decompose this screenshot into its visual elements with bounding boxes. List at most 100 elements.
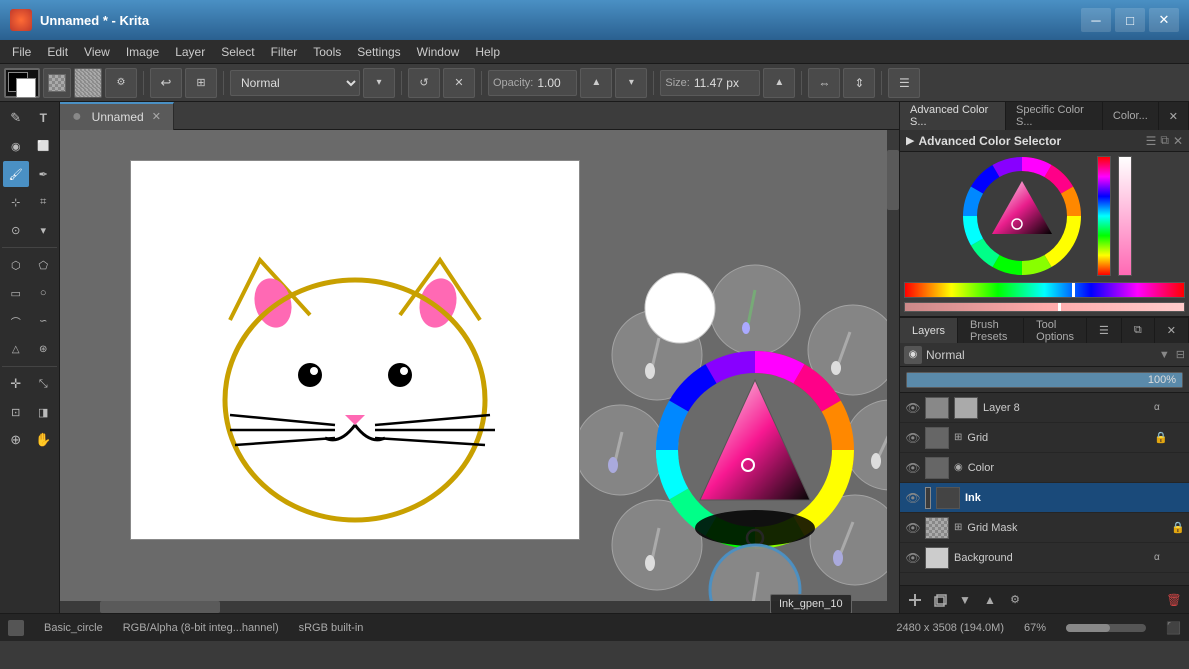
- tab-layers[interactable]: Layers: [900, 318, 958, 343]
- brush-picker-wheel[interactable]: ▶: [580, 260, 899, 613]
- hue-bar[interactable]: [904, 282, 1185, 298]
- foreground-color-swatch[interactable]: [4, 68, 40, 98]
- opacity-up-btn[interactable]: ▲: [580, 68, 612, 98]
- gradient-tool[interactable]: ◨: [31, 399, 57, 425]
- layers-filter2-btn[interactable]: ⊟: [1176, 348, 1185, 361]
- fill-color-tool[interactable]: ◉: [3, 133, 29, 159]
- maximize-button[interactable]: □: [1115, 8, 1145, 32]
- close-color-panel[interactable]: ✕: [1159, 102, 1189, 130]
- color-options-btn[interactable]: ⚙: [105, 68, 137, 98]
- bezier-select-tool[interactable]: ∽: [31, 308, 57, 334]
- reset-opacity-btn[interactable]: ↺: [408, 68, 440, 98]
- contiguous-select-tool[interactable]: ⬡: [3, 252, 29, 278]
- menu-help[interactable]: Help: [467, 43, 508, 61]
- similar-select-tool[interactable]: ⬠: [31, 252, 57, 278]
- document-tab[interactable]: ● Unnamed ✕: [60, 102, 174, 130]
- menu-layer[interactable]: Layer: [167, 43, 213, 61]
- canvas-area[interactable]: ● Unnamed ✕: [60, 102, 899, 613]
- copy-layer-btn[interactable]: [929, 589, 951, 611]
- eraser-mode-btn[interactable]: ✕: [443, 68, 475, 98]
- transform-tool[interactable]: ⤡: [31, 371, 57, 397]
- layer-item-gridmask[interactable]: 👁 ⊞ Grid Mask 🔒: [900, 513, 1189, 543]
- menu-settings[interactable]: Settings: [349, 43, 408, 61]
- menu-select[interactable]: Select: [213, 43, 262, 61]
- rectangular-select-tool[interactable]: ▭: [3, 280, 29, 306]
- screen-mode-btn[interactable]: ⬛: [1166, 621, 1181, 635]
- crop-tool[interactable]: ⊡: [3, 399, 29, 425]
- layers-panel-settings[interactable]: ☰: [1087, 318, 1122, 343]
- ink-visibility[interactable]: 👁: [904, 489, 922, 507]
- size-up-btn[interactable]: ▲: [763, 68, 795, 98]
- zoom-tool[interactable]: ⊕: [3, 427, 29, 453]
- color-picker-tool[interactable]: ▾: [31, 217, 57, 243]
- canvas-hscroll[interactable]: [60, 601, 887, 613]
- layer8-visibility[interactable]: 👁: [904, 399, 922, 417]
- grid-visibility[interactable]: 👁: [904, 429, 922, 447]
- pan-tool[interactable]: ✋: [31, 427, 57, 453]
- saturation-strip[interactable]: [1118, 156, 1132, 276]
- settings-panel-btn[interactable]: ☰: [888, 68, 920, 98]
- background-visibility[interactable]: 👁: [904, 549, 922, 567]
- freehand-select-tool[interactable]: ⌒: [3, 308, 29, 334]
- layer-item-layer8[interactable]: 👁 Layer 8 α: [900, 393, 1189, 423]
- canvas-viewport[interactable]: ▶: [60, 130, 899, 613]
- elliptical-select-tool[interactable]: ○: [31, 280, 57, 306]
- tab-brush-presets[interactable]: Brush Presets: [958, 318, 1024, 343]
- checkerboard-btn[interactable]: [43, 68, 71, 98]
- layer-item-background[interactable]: 👁 Background α: [900, 543, 1189, 573]
- calligraphy-tool[interactable]: ✒: [31, 161, 57, 187]
- blend-mode-arrow[interactable]: ▾: [363, 68, 395, 98]
- tab-tool-options[interactable]: Tool Options: [1024, 318, 1087, 343]
- menu-tools[interactable]: Tools: [305, 43, 349, 61]
- minimize-button[interactable]: ─: [1081, 8, 1111, 32]
- layer-opacity-slider[interactable]: 100%: [906, 372, 1183, 388]
- mirror-h-btn[interactable]: ⇔: [808, 68, 840, 98]
- shapes-tool[interactable]: ⬜: [31, 133, 57, 159]
- undo-btn[interactable]: ↩: [150, 68, 182, 98]
- color-wheel-svg[interactable]: [957, 156, 1087, 276]
- tab-color[interactable]: Color...: [1103, 102, 1159, 130]
- opacity-extra-btn[interactable]: ▾: [615, 68, 647, 98]
- layer-item-color[interactable]: 👁 ◉ Color: [900, 453, 1189, 483]
- layers-panel-close[interactable]: ✕: [1155, 318, 1189, 343]
- move-layer-up-btn[interactable]: ▲: [979, 589, 1001, 611]
- menu-edit[interactable]: Edit: [39, 43, 76, 61]
- delete-layer-btn[interactable]: 🗑: [1163, 589, 1185, 611]
- pattern-btn[interactable]: [74, 68, 102, 98]
- gridmask-visibility[interactable]: 👁: [904, 519, 922, 537]
- grid-btn[interactable]: ⊞: [185, 68, 217, 98]
- zoom-slider[interactable]: [1066, 624, 1146, 632]
- menu-window[interactable]: Window: [409, 43, 468, 61]
- tab-specific-color[interactable]: Specific Color S...: [1006, 102, 1103, 130]
- adv-color-close[interactable]: ✕: [1173, 134, 1183, 148]
- clone-stamp-tool[interactable]: ⊙: [3, 217, 29, 243]
- adv-color-float[interactable]: ⧉: [1160, 133, 1169, 148]
- polygon-select-tool[interactable]: △: [3, 336, 29, 362]
- close-button[interactable]: ✕: [1149, 8, 1179, 32]
- move-tool[interactable]: ✛: [3, 371, 29, 397]
- color-visibility[interactable]: 👁: [904, 459, 922, 477]
- hue-strip[interactable]: [1097, 156, 1111, 276]
- layers-eyedrop-btn[interactable]: ◉: [904, 346, 922, 364]
- freehand-brush-tool[interactable]: 🖌: [3, 161, 29, 187]
- layers-panel-float[interactable]: ⧉: [1122, 318, 1155, 343]
- menu-view[interactable]: View: [76, 43, 118, 61]
- mirror-v-btn[interactable]: ⇕: [843, 68, 875, 98]
- move-layer-down-btn[interactable]: ▼: [954, 589, 976, 611]
- layer-properties-btn[interactable]: ⚙: [1004, 589, 1026, 611]
- smart-patch-tool[interactable]: ⌗: [31, 189, 57, 215]
- canvas-vscroll[interactable]: [887, 130, 899, 613]
- adv-color-expand-btn[interactable]: ▶: [906, 134, 914, 147]
- paint-brush-tool[interactable]: ✎: [3, 105, 29, 131]
- magnetic-select-tool[interactable]: ⊛: [31, 336, 57, 362]
- adv-color-settings[interactable]: ☰: [1146, 134, 1157, 148]
- menu-file[interactable]: File: [4, 43, 39, 61]
- layer-item-grid[interactable]: 👁 ⊞ Grid 🔒: [900, 423, 1189, 453]
- text-tool[interactable]: T: [31, 105, 57, 131]
- tab-advanced-color[interactable]: Advanced Color S...: [900, 102, 1006, 130]
- color-value-bar[interactable]: [904, 302, 1185, 312]
- menu-image[interactable]: Image: [118, 43, 167, 61]
- multibrush-tool[interactable]: ⊹: [3, 189, 29, 215]
- menu-filter[interactable]: Filter: [263, 43, 306, 61]
- close-tab-btn[interactable]: ✕: [152, 110, 161, 123]
